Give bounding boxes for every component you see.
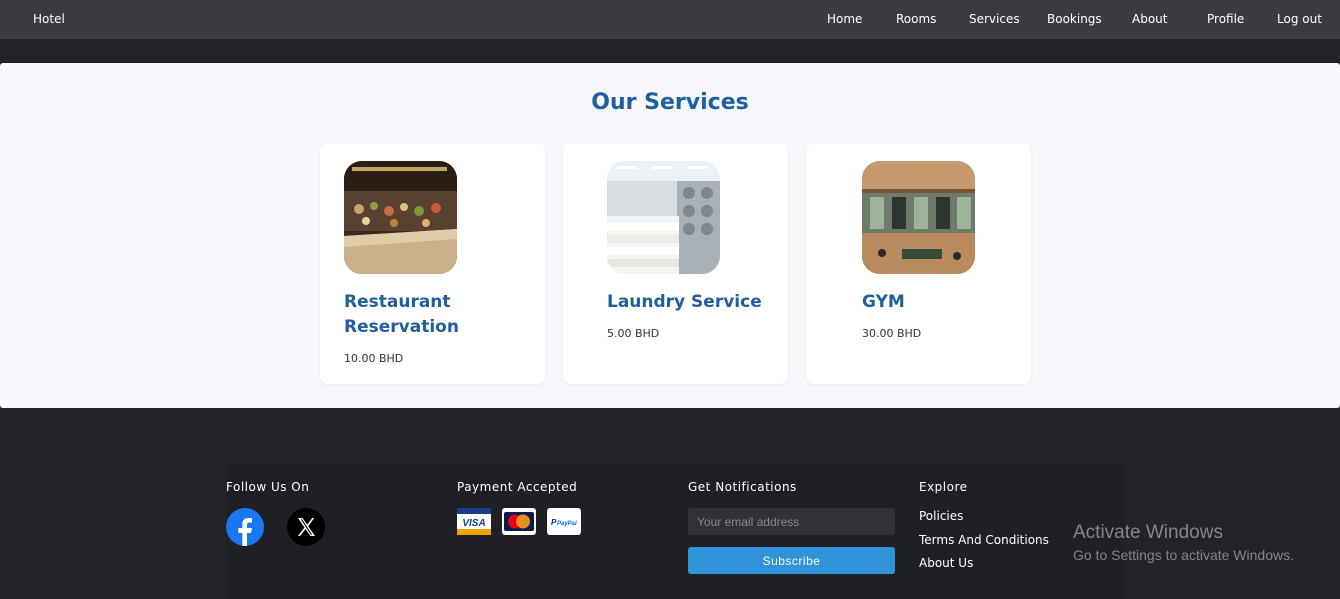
- nav-bookings[interactable]: Bookings: [1047, 12, 1102, 26]
- payment-heading: Payment Accepted: [457, 480, 578, 494]
- services-section: Our Services Restaurant Reservation 10.0…: [0, 63, 1340, 408]
- activate-windows-subtitle: Go to Settings to activate Windows.: [1073, 547, 1294, 563]
- visa-icon: VISA: [457, 508, 491, 535]
- service-card-restaurant[interactable]: Restaurant Reservation 10.00 BHD: [320, 143, 545, 384]
- nav-logout[interactable]: Log out: [1277, 12, 1322, 26]
- nav-services[interactable]: Services: [969, 12, 1020, 26]
- service-card-gym[interactable]: GYM 30.00 BHD: [806, 143, 1031, 384]
- card-title: Restaurant Reservation: [344, 292, 459, 337]
- paypal-icon: P PayPal: [547, 508, 581, 535]
- explore-link-about[interactable]: About Us: [919, 556, 973, 570]
- nav-profile[interactable]: Profile: [1207, 12, 1244, 26]
- facebook-icon[interactable]: [226, 508, 264, 546]
- card-price: 5.00 BHD: [607, 327, 660, 340]
- mastercard-icon: [502, 508, 536, 535]
- service-card-laundry[interactable]: Laundry Service 5.00 BHD: [563, 143, 788, 384]
- card-title: GYM: [862, 292, 905, 312]
- explore-link-terms[interactable]: Terms And Conditions: [919, 533, 1049, 547]
- explore-heading: Explore: [919, 480, 968, 494]
- activate-windows-title: Activate Windows: [1073, 522, 1223, 543]
- follow-heading: Follow Us On: [226, 480, 310, 494]
- top-navbar: Hotel Home Rooms Services Bookings About…: [0, 0, 1340, 39]
- restaurant-buffet-photo: [344, 161, 457, 274]
- email-input[interactable]: [688, 508, 895, 535]
- explore-link-policies[interactable]: Policies: [919, 509, 963, 523]
- brand-link[interactable]: Hotel: [33, 12, 65, 26]
- footer: [226, 464, 1125, 599]
- nav-rooms[interactable]: Rooms: [896, 12, 936, 26]
- nav-home[interactable]: Home: [827, 12, 862, 26]
- gym-interior-photo: [862, 161, 975, 274]
- notifications-heading: Get Notifications: [688, 480, 797, 494]
- card-price: 10.00 BHD: [344, 352, 404, 365]
- x-icon[interactable]: [287, 508, 325, 546]
- nav-about[interactable]: About: [1132, 12, 1167, 26]
- subscribe-button[interactable]: Subscribe: [688, 547, 895, 574]
- card-title: Laundry Service: [607, 292, 762, 312]
- laundry-room-photo: [607, 161, 720, 274]
- svg-text:PayPal: PayPal: [557, 521, 577, 527]
- svg-text:VISA: VISA: [462, 518, 485, 529]
- card-price: 30.00 BHD: [862, 327, 922, 340]
- services-title: Our Services: [591, 90, 749, 115]
